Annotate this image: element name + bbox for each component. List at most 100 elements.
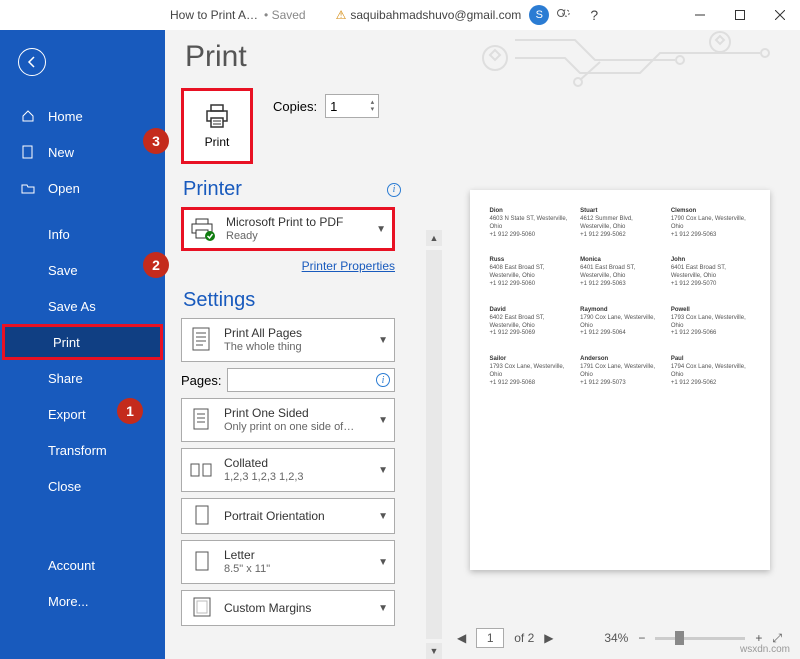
sidebar-item-share[interactable]: Share: [0, 360, 165, 396]
letter-icon: [188, 545, 216, 579]
preview-entry: Powell1793 Cox Lane, Westerville, Ohio+1…: [671, 307, 750, 338]
avatar[interactable]: S: [529, 5, 549, 25]
sidebar-item-print[interactable]: Print: [2, 324, 163, 360]
coming-soon-icon[interactable]: [549, 7, 579, 23]
help-button[interactable]: ?: [579, 7, 609, 23]
sidebar-item-account[interactable]: Account: [0, 547, 165, 583]
sidebar-item-label: Save As: [48, 299, 96, 314]
chevron-down-icon: ▼: [378, 335, 388, 346]
collated-icon: [188, 453, 216, 487]
print-range-dropdown[interactable]: Print All PagesThe whole thing ▼: [181, 318, 395, 362]
pages-input[interactable]: i: [227, 368, 395, 392]
annotation-badge-1: 1: [117, 398, 143, 424]
copies-input[interactable]: 1 ▴▾: [325, 94, 379, 118]
print-button-label: Print: [205, 135, 230, 149]
copies-label: Copies:: [273, 99, 317, 114]
sidebar-item-label: Info: [48, 227, 70, 242]
chevron-down-icon: ▼: [378, 465, 388, 476]
preview-entry: David6402 East Broad ST, Westerville, Oh…: [490, 307, 569, 338]
watermark: wsxdn.com: [740, 644, 790, 655]
titlebar: How to Print A… • Saved ⚠ saquibahmadshu…: [0, 0, 800, 30]
margins-dropdown[interactable]: Custom Margins ▼: [181, 590, 395, 626]
printer-icon: [203, 103, 231, 129]
open-icon: [20, 180, 36, 196]
printer-properties-link[interactable]: Printer Properties: [302, 259, 395, 273]
sidebar-item-label: Home: [48, 109, 83, 124]
preview-entry: John6401 East Broad ST, Westerville, Ohi…: [671, 257, 750, 288]
print-button[interactable]: Print: [181, 88, 253, 164]
scroll-up-icon[interactable]: ▲: [426, 230, 442, 246]
scroll-down-icon[interactable]: ▼: [426, 643, 442, 659]
preview-page: Dion4603 N State ST, Westerville, Ohio+1…: [470, 190, 770, 570]
sidebar-item-more[interactable]: More...: [0, 583, 165, 619]
zoom-slider[interactable]: [655, 637, 745, 640]
one-sided-icon: [188, 403, 216, 437]
sidebar-item-label: More...: [48, 594, 88, 609]
zoom-in-button[interactable]: +: [755, 631, 762, 645]
spinner-icon[interactable]: ▴▾: [371, 99, 375, 113]
info-icon[interactable]: i: [376, 373, 390, 387]
preview-entry: Anderson1791 Cox Lane, Westerville, Ohio…: [580, 356, 659, 387]
maximize-button[interactable]: [720, 0, 760, 30]
sidebar-item-label: Print: [53, 335, 80, 350]
printer-ready-icon: [190, 212, 218, 246]
doc-title: How to Print A…: [170, 8, 258, 22]
page-title: Print: [185, 40, 425, 74]
printer-heading: Printer: [183, 178, 242, 201]
sidebar-item-open[interactable]: Open: [0, 170, 165, 206]
sidebar-item-info[interactable]: Info: [0, 216, 165, 252]
preview-entry: Russ6408 East Broad ST, Westerville, Ohi…: [490, 257, 569, 288]
sidebar-item-save[interactable]: Save: [0, 252, 165, 288]
sidebar-item-label: Transform: [48, 443, 107, 458]
close-window-button[interactable]: [760, 0, 800, 30]
chevron-down-icon: ▼: [378, 557, 388, 568]
preview-entry: Raymond1790 Cox Lane, Westerville, Ohio+…: [580, 307, 659, 338]
sidebar-item-home[interactable]: Home: [0, 98, 165, 134]
print-backstage: 1 2 3 Print Print Copies: 1 ▴▾ Print: [165, 30, 800, 659]
chevron-down-icon: ▼: [378, 603, 388, 614]
margins-icon: [188, 591, 216, 625]
sidebar-item-label: Share: [48, 371, 83, 386]
settings-scrollbar[interactable]: ▲ ▼: [425, 30, 443, 659]
settings-heading: Settings: [183, 289, 255, 312]
sidebar-item-label: Close: [48, 479, 81, 494]
chevron-down-icon: ▼: [378, 415, 388, 426]
pages-label: Pages:: [181, 373, 221, 388]
print-preview: Dion4603 N State ST, Westerville, Ohio+1…: [443, 30, 800, 659]
printer-dropdown[interactable]: Microsoft Print to PDF Ready ▼: [181, 207, 395, 251]
next-page-button[interactable]: ▶: [544, 631, 553, 645]
sides-dropdown[interactable]: Print One SidedOnly print on one side of…: [181, 398, 395, 442]
page-total: of 2: [514, 631, 534, 645]
collate-dropdown[interactable]: Collated1,2,3 1,2,3 1,2,3 ▼: [181, 448, 395, 492]
preview-entry: Sailor1793 Cox Lane, Westerville, Ohio+1…: [490, 356, 569, 387]
pages-icon: [188, 323, 216, 357]
page-number-input[interactable]: 1: [476, 628, 504, 648]
paper-size-dropdown[interactable]: Letter8.5" x 11" ▼: [181, 540, 395, 584]
annotation-badge-2: 2: [143, 252, 169, 278]
back-button[interactable]: [18, 48, 46, 76]
sidebar-item-close[interactable]: Close: [0, 468, 165, 504]
info-icon[interactable]: i: [387, 183, 401, 197]
preview-entry: Monica6401 East Broad ST, Westerville, O…: [580, 257, 659, 288]
copies-value: 1: [330, 99, 337, 114]
sidebar-item-save-as[interactable]: Save As: [0, 288, 165, 324]
annotation-badge-3: 3: [143, 128, 169, 154]
preview-entry: Stuart4612 Summer Blvd, Westerville, Ohi…: [580, 208, 659, 239]
preview-entry: Paul1794 Cox Lane, Westerville, Ohio+1 9…: [671, 356, 750, 387]
sidebar-item-label: New: [48, 145, 74, 160]
zoom-level: 34%: [604, 631, 628, 645]
preview-entry: Dion4603 N State ST, Westerville, Ohio+1…: [490, 208, 569, 239]
zoom-out-button[interactable]: −: [638, 631, 645, 645]
chevron-down-icon: ▼: [378, 511, 388, 522]
sidebar-item-transform[interactable]: Transform: [0, 432, 165, 468]
home-icon: [20, 108, 36, 124]
portrait-icon: [188, 499, 216, 533]
account-email[interactable]: saquibahmadshuvo@gmail.com: [350, 8, 521, 22]
warning-icon: ⚠: [336, 8, 347, 22]
sidebar-item-label: Account: [48, 558, 95, 573]
sidebar-item-label: Export: [48, 407, 86, 422]
orientation-dropdown[interactable]: Portrait Orientation ▼: [181, 498, 395, 534]
prev-page-button[interactable]: ◀: [457, 631, 466, 645]
minimize-button[interactable]: [680, 0, 720, 30]
sidebar-item-new[interactable]: New: [0, 134, 165, 170]
